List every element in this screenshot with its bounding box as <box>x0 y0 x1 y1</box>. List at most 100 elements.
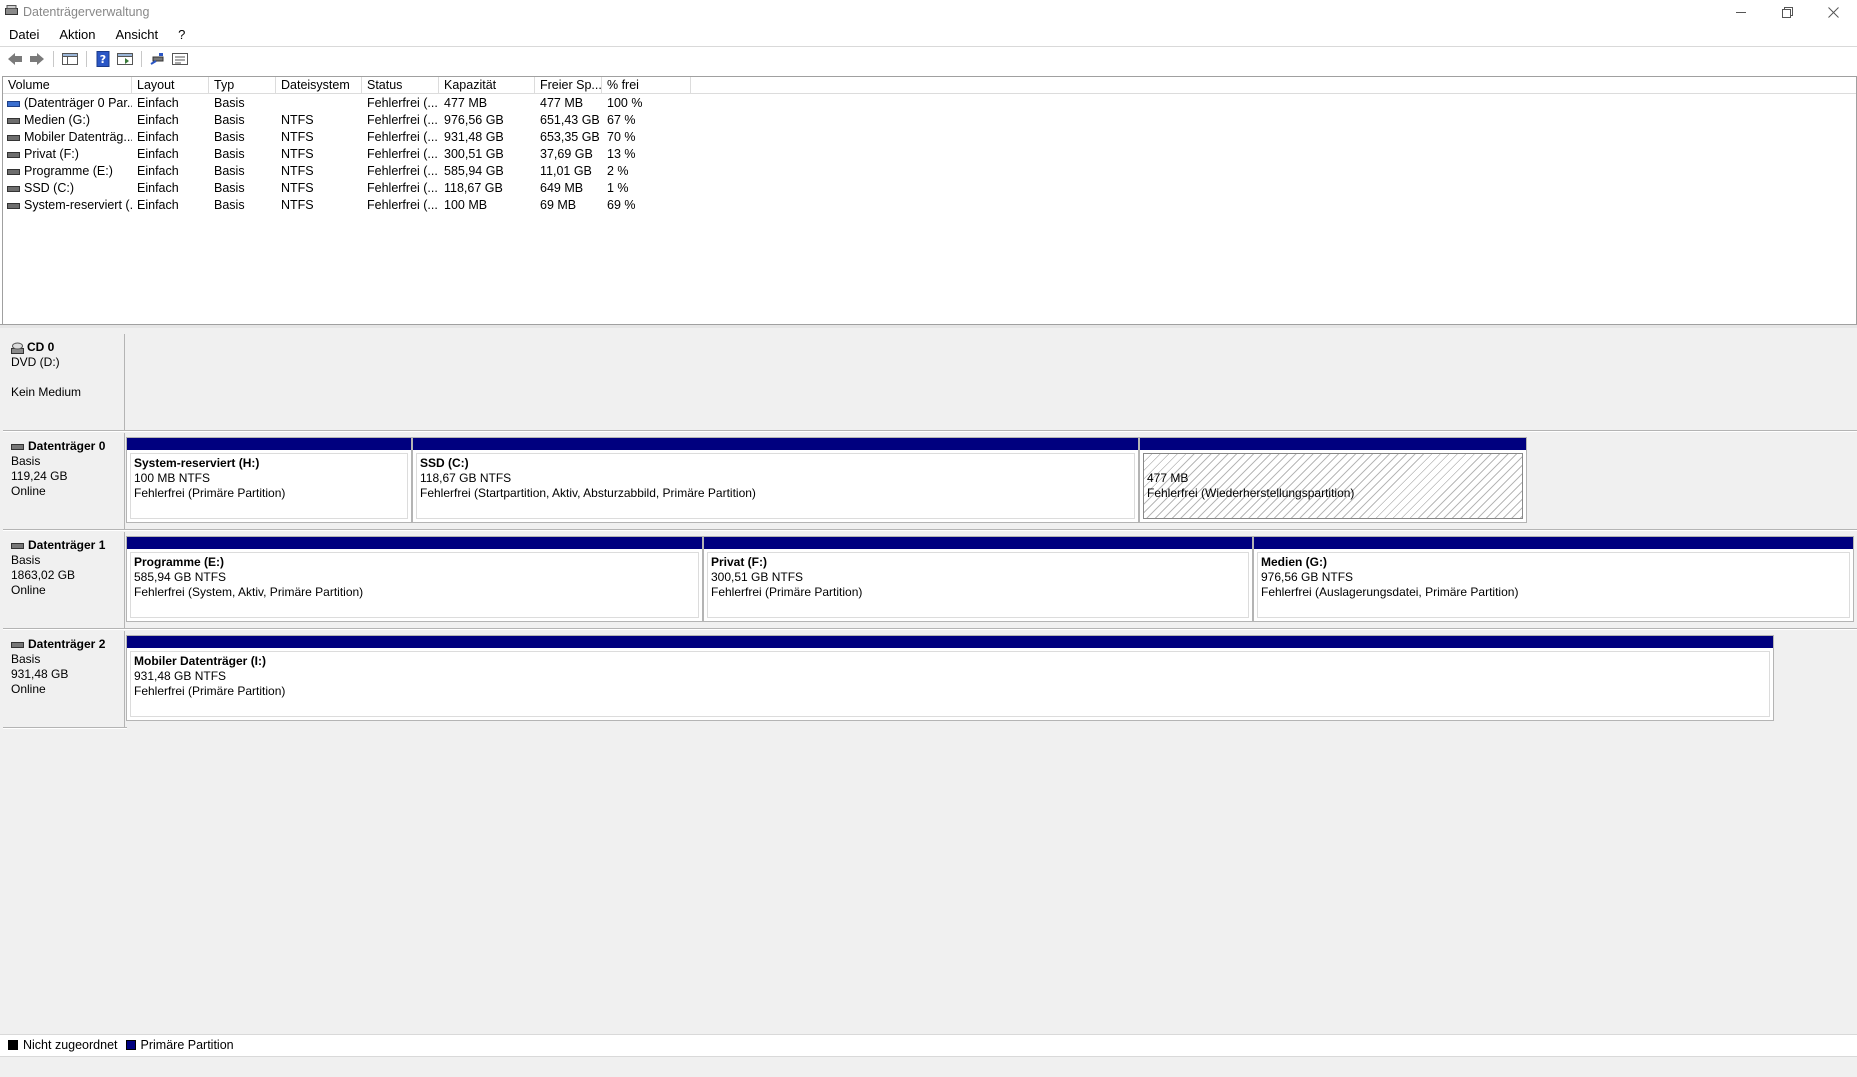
partition-ssd-c[interactable]: SSD (C:) 118,67 GB NTFS Fehlerfrei (Star… <box>412 437 1139 523</box>
disk-1-partitions: Programme (E:) 585,94 GB NTFS Fehlerfrei… <box>126 536 1854 626</box>
forward-button[interactable] <box>26 49 48 69</box>
volume-status: Fehlerfrei (... <box>367 181 438 195</box>
column-status[interactable]: Status <box>362 77 439 94</box>
column-prozent-frei[interactable]: % frei <box>602 77 691 94</box>
connect-button[interactable] <box>147 49 169 69</box>
minimize-button[interactable] <box>1718 0 1764 24</box>
properties-button[interactable] <box>114 49 136 69</box>
partition-status: Fehlerfrei (Startpartition, Aktiv, Abstu… <box>420 486 756 500</box>
partition-recovery[interactable]: 477 MB Fehlerfrei (Wiederherstellungspar… <box>1139 437 1527 523</box>
volume-free-space: 653,35 GB <box>540 130 600 144</box>
partition-size: 118,67 GB NTFS <box>420 471 512 485</box>
settings-button[interactable] <box>169 49 191 69</box>
volume-layout: Einfach <box>137 164 179 178</box>
partition-status: Fehlerfrei (Wiederherstellungspartition) <box>1147 486 1355 500</box>
help-button[interactable]: ? <box>92 49 114 69</box>
table-row[interactable]: Privat (F:) Einfach Basis NTFS Fehlerfrei (.… <box>3 146 1856 163</box>
column-typ[interactable]: Typ <box>209 77 276 94</box>
partition-bar <box>127 537 702 549</box>
column-dateisystem[interactable]: Dateisystem <box>276 77 362 94</box>
cd-drive: DVD (D:) <box>11 355 60 369</box>
column-layout[interactable]: Layout <box>132 77 209 94</box>
partition-bar <box>1254 537 1853 549</box>
volume-free-space: 651,43 GB <box>540 113 600 127</box>
table-row[interactable]: Medien (G:) Einfach Basis NTFS Fehlerfrei (.… <box>3 112 1856 129</box>
volume-capacity: 477 MB <box>444 96 488 110</box>
menu-aktion[interactable]: Aktion <box>49 27 105 42</box>
partition-status: Fehlerfrei (Primäre Partition) <box>134 684 286 698</box>
volume-type: Basis <box>214 96 245 110</box>
table-row[interactable]: Mobiler Datenträg... Einfach Basis NTFS Fehl… <box>3 129 1856 146</box>
partition-privat-f[interactable]: Privat (F:) 300,51 GB NTFS Fehlerfrei (P… <box>703 536 1253 622</box>
help-icon: ? <box>96 50 110 67</box>
volume-free-space: 11,01 GB <box>540 164 592 178</box>
restore-button[interactable] <box>1764 0 1810 24</box>
disk-label-0[interactable]: Datenträger 0 Basis 119,24 GB Online <box>3 433 125 529</box>
svg-text:?: ? <box>100 53 106 66</box>
legend-label: Primäre Partition <box>140 1038 234 1052</box>
volume-percent-free: 13 % <box>607 147 636 161</box>
minimize-icon <box>1736 12 1746 13</box>
close-button[interactable] <box>1810 0 1856 24</box>
volume-icon <box>7 100 20 107</box>
partition-size: 585,94 GB NTFS <box>134 570 227 584</box>
menu-datei[interactable]: Datei <box>0 27 49 42</box>
connect-icon <box>150 52 164 65</box>
row-separator <box>3 727 127 729</box>
table-row[interactable]: (Datenträger 0 Par... Einfach Basis Fehlerf… <box>3 95 1856 112</box>
table-row[interactable]: System-reserviert (... Einfach Basis NTFS Fe… <box>3 197 1856 214</box>
column-volume[interactable]: Volume <box>3 77 132 94</box>
volume-label: (Datenträger 0 Par... <box>24 96 132 110</box>
partition-name <box>1147 456 1522 471</box>
volume-name: Medien (G:) <box>3 112 132 129</box>
volume-label: Mobiler Datenträg... <box>24 130 132 144</box>
column-freier-speicher[interactable]: Freier Sp... <box>535 77 602 94</box>
volume-capacity: 931,48 GB <box>444 130 504 144</box>
disk-label-2[interactable]: Datenträger 2 Basis 931,48 GB Online <box>3 631 125 727</box>
disk-label-cd0[interactable]: CD 0 DVD (D:) Kein Medium <box>3 334 125 430</box>
partition-programme-e[interactable]: Programme (E:) 585,94 GB NTFS Fehlerfrei… <box>126 536 703 622</box>
disk-state: Online <box>11 682 46 696</box>
partition-bar <box>704 537 1252 549</box>
show-hide-pane-button[interactable] <box>59 49 81 69</box>
volume-layout: Einfach <box>137 113 179 127</box>
toolbar-separator <box>86 50 87 67</box>
legend-swatch <box>125 1040 136 1050</box>
volume-layout: Einfach <box>137 96 179 110</box>
volume-percent-free: 1 % <box>607 181 629 195</box>
volume-icon <box>7 151 20 158</box>
column-kapazitaet[interactable]: Kapazität <box>439 77 535 94</box>
legend: Nicht zugeordnet Primäre Partition <box>0 1034 1857 1055</box>
menu-help[interactable]: ? <box>168 27 195 42</box>
volume-filesystem: NTFS <box>281 130 314 144</box>
disk-type: Basis <box>11 553 41 567</box>
volume-percent-free: 70 % <box>607 130 636 144</box>
volume-list[interactable]: Volume Layout Typ Dateisystem Status Kap… <box>2 76 1857 324</box>
disk-type: Basis <box>11 652 41 666</box>
volume-filesystem: NTFS <box>281 113 314 127</box>
partition-mobiler-datentraeger-i[interactable]: Mobiler Datenträger (I:) 931,48 GB NTFS … <box>126 635 1774 721</box>
volume-capacity: 585,94 GB <box>444 164 504 178</box>
restore-icon <box>1781 6 1793 18</box>
volume-label: Medien (G:) <box>24 113 90 127</box>
volume-capacity: 100 MB <box>444 198 488 212</box>
volume-free-space: 69 MB <box>540 198 577 212</box>
partition-medien-g[interactable]: Medien (G:) 976,56 GB NTFS Fehlerfrei (A… <box>1253 536 1854 622</box>
menu-ansicht[interactable]: Ansicht <box>106 27 169 42</box>
disk-label-1[interactable]: Datenträger 1 Basis 1863,02 GB Online <box>3 532 125 628</box>
disk-state: Online <box>11 484 46 498</box>
volume-label: System-reserviert (... <box>24 198 132 212</box>
disk-2-partitions: Mobiler Datenträger (I:) 931,48 GB NTFS … <box>126 635 1774 725</box>
window-title: Datenträgerverwaltung <box>23 5 150 19</box>
partition-system-reserviert[interactable]: System-reserviert (H:) 100 MB NTFS Fehle… <box>126 437 412 523</box>
volume-type: Basis <box>214 198 245 212</box>
table-row[interactable]: SSD (C:) Einfach Basis NTFS Fehlerfrei (... 1… <box>3 180 1856 197</box>
volume-icon <box>7 202 20 209</box>
back-button[interactable] <box>4 49 26 69</box>
close-icon <box>1827 6 1839 18</box>
legend-label: Nicht zugeordnet <box>23 1038 118 1052</box>
volume-name: SSD (C:) <box>3 180 132 197</box>
disk-management-app-icon <box>5 5 18 15</box>
properties-icon <box>117 52 133 65</box>
table-row[interactable]: Programme (E:) Einfach Basis NTFS Fehlerfrei… <box>3 163 1856 180</box>
